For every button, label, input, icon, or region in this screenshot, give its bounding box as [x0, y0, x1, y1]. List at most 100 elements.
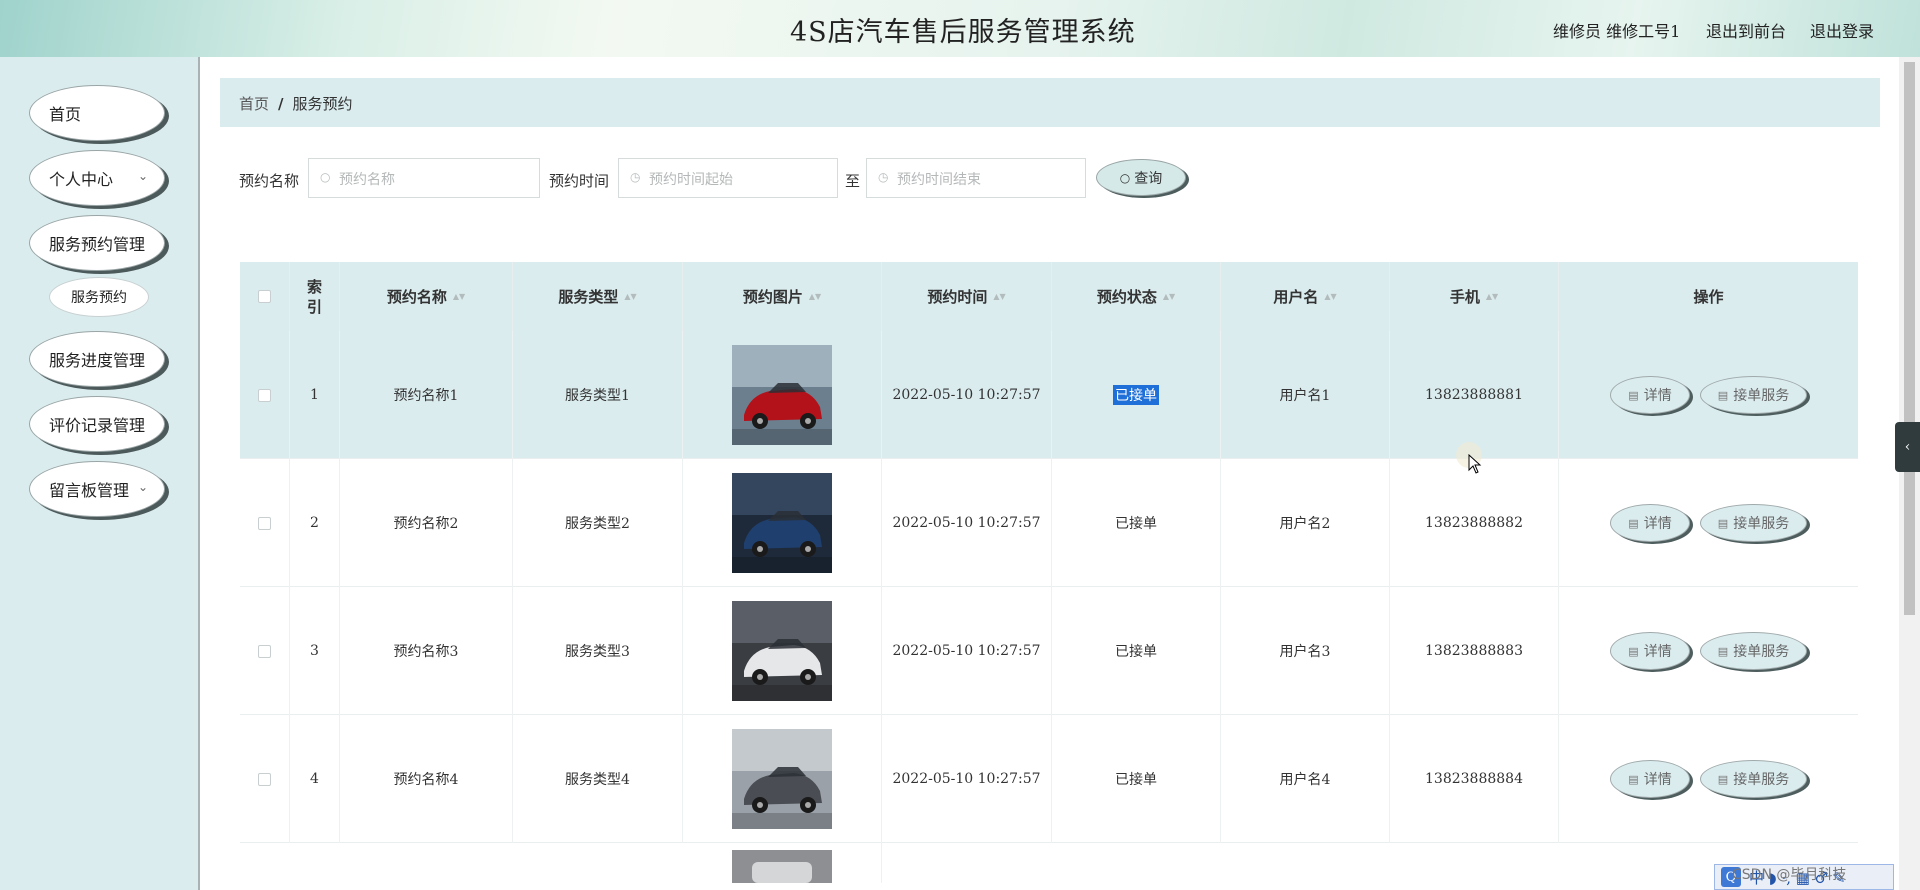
sort-icon[interactable]: ▲▼: [453, 292, 465, 300]
row-checkbox[interactable]: [258, 388, 271, 402]
take-order-button-label: 接单服务: [1733, 516, 1790, 532]
logout-link[interactable]: 退出登录: [1810, 18, 1874, 42]
breadcrumb-current: 服务预约: [292, 95, 353, 113]
take-order-button[interactable]: ▤ 接单服务: [1700, 760, 1807, 798]
col-status[interactable]: 预约状态 ▲▼: [1052, 262, 1221, 331]
app-title: 4S店汽车售后服务管理系统: [790, 17, 1136, 48]
sidebar-item-label: 首页: [49, 105, 82, 124]
index-value: 4: [310, 771, 319, 787]
detail-button[interactable]: ▤ 详情: [1610, 376, 1690, 414]
username-cell: 用户名4: [1221, 715, 1390, 843]
clock-icon: ◷: [878, 170, 889, 184]
take-order-button[interactable]: ▤ 接单服务: [1700, 504, 1807, 542]
username-cell: 用户名2: [1221, 459, 1390, 587]
car-image[interactable]: [732, 473, 832, 573]
sort-icon[interactable]: ▲▼: [1486, 292, 1498, 300]
col-phone[interactable]: 手机 ▲▼: [1390, 262, 1559, 331]
image-cell: [683, 587, 882, 715]
search-icon: ○: [320, 170, 331, 184]
car-image[interactable]: [732, 850, 832, 883]
col-username[interactable]: 用户名 ▲▼: [1221, 262, 1390, 331]
name-cell: 预约名称4: [340, 715, 513, 843]
back-to-front-link[interactable]: 退出到前台: [1706, 18, 1786, 42]
name-value: 预约名称2: [393, 516, 459, 532]
app-header: 4S店汽车售后服务管理系统 维修员 维修工号1 退出到前台 退出登录: [0, 0, 1920, 57]
sort-icon[interactable]: ▲▼: [1163, 292, 1175, 300]
time-value: 2022-05-10 10:27:57: [892, 387, 1041, 403]
name-cell: 预约名称3: [340, 587, 513, 715]
time-value: 2022-05-10 10:27:57: [892, 515, 1041, 531]
status-value: 已接单: [1115, 772, 1157, 788]
search-time-end-input[interactable]: ◷ 预约时间结束: [866, 158, 1086, 198]
document-icon: ▤: [1628, 516, 1639, 530]
col-time[interactable]: 预约时间 ▲▼: [882, 262, 1052, 331]
row-checkbox[interactable]: [258, 644, 271, 658]
car-image[interactable]: [732, 345, 832, 445]
table-row: 3 预约名称3 服务类型3 2022-05-10 10:27:57 已接单 用户名3 138…: [240, 587, 1858, 715]
take-order-button[interactable]: ▤ 接单服务: [1700, 376, 1807, 414]
col-name[interactable]: 预约名称 ▲▼: [340, 262, 513, 331]
col-name-label: 预约名称: [386, 288, 447, 306]
name-cell: 预约名称2: [340, 459, 513, 587]
sort-icon[interactable]: ▲▼: [993, 292, 1005, 300]
sort-icon[interactable]: ▲▼: [624, 292, 636, 300]
detail-button[interactable]: ▤ 详情: [1610, 504, 1690, 542]
search-time-start-input[interactable]: ◷ 预约时间起始: [618, 158, 838, 198]
table-header: 索引 预约名称 ▲▼ 服务类型 ▲▼ 预约图片 ▲▼ 预约时间 ▲▼ 预约状态 ▲▼ 用户…: [240, 262, 1858, 331]
sidebar-item-5[interactable]: 评价记录管理: [29, 396, 165, 452]
sidebar-item-label: 评价记录管理: [49, 416, 146, 435]
image-cell: [683, 331, 882, 459]
select-all-checkbox[interactable]: [258, 290, 271, 303]
car-image[interactable]: [732, 601, 832, 701]
index-cell: 3: [290, 587, 340, 715]
breadcrumb-home[interactable]: 首页: [239, 95, 269, 113]
row-checkbox[interactable]: [258, 772, 271, 786]
car-image[interactable]: [732, 729, 832, 829]
sidebar-item-1[interactable]: 首页: [29, 85, 165, 141]
take-order-button-label: 接单服务: [1733, 644, 1790, 660]
sidebar-item-6[interactable]: 留言板管理 ⌄: [29, 461, 165, 517]
take-order-button-label: 接单服务: [1733, 772, 1790, 788]
search-name-input[interactable]: ○ 预约名称: [308, 158, 540, 198]
image-cell: [683, 715, 882, 843]
username-value: 用户名2: [1279, 516, 1331, 532]
detail-button[interactable]: ▤ 详情: [1610, 760, 1690, 798]
take-order-button-label: 接单服务: [1733, 388, 1790, 404]
status-cell: 已接单: [1052, 715, 1221, 843]
detail-button-label: 详情: [1643, 644, 1672, 660]
sidebar-item-3[interactable]: 服务预约管理: [29, 215, 165, 271]
phone-value: 13823888884: [1425, 771, 1523, 787]
document-icon: ▤: [1628, 388, 1639, 402]
detail-button[interactable]: ▤ 详情: [1610, 632, 1690, 670]
query-button[interactable]: ○ 查询: [1096, 159, 1186, 196]
sidebar-subitem-1[interactable]: 服务预约: [49, 277, 149, 317]
col-image-label: 预约图片: [742, 288, 803, 306]
search-to-label: 至: [845, 172, 861, 190]
page-scrollbar[interactable]: [1899, 57, 1920, 890]
take-order-button[interactable]: ▤ 接单服务: [1700, 632, 1807, 670]
select-all-cell: [240, 262, 290, 331]
username-cell: 用户名1: [1221, 331, 1390, 459]
side-panel-toggle-icon[interactable]: ‹: [1895, 422, 1920, 472]
scrollbar-thumb[interactable]: [1904, 62, 1915, 615]
time-cell: 2022-05-10 10:27:57: [882, 715, 1052, 843]
col-image[interactable]: 预约图片 ▲▼: [683, 262, 882, 331]
checkbox-cell: [240, 715, 290, 843]
index-value: 3: [310, 643, 319, 659]
row-checkbox[interactable]: [258, 516, 271, 530]
ops-cell: ▤ 详情 ▤ 接单服务: [1559, 715, 1858, 843]
col-index: 索引: [290, 262, 340, 331]
col-username-label: 用户名: [1273, 288, 1319, 306]
sort-icon[interactable]: ▲▼: [1324, 292, 1336, 300]
col-service-type[interactable]: 服务类型 ▲▼: [513, 262, 683, 331]
sidebar-item-2[interactable]: 个人中心 ⌄: [29, 150, 165, 206]
breadcrumb-separator: /: [278, 95, 284, 113]
sidebar-item-label: 个人中心: [49, 170, 114, 189]
sidebar-item-label: 留言板管理: [49, 481, 130, 500]
document-icon: ▤: [1717, 516, 1729, 530]
ops-cell: ▤ 详情 ▤ 接单服务: [1559, 331, 1858, 459]
sidebar-item-4[interactable]: 服务进度管理: [29, 331, 165, 387]
index-cell: 1: [290, 331, 340, 459]
current-user: 维修员 维修工号1: [1553, 22, 1681, 41]
sort-icon[interactable]: ▲▼: [809, 292, 821, 300]
